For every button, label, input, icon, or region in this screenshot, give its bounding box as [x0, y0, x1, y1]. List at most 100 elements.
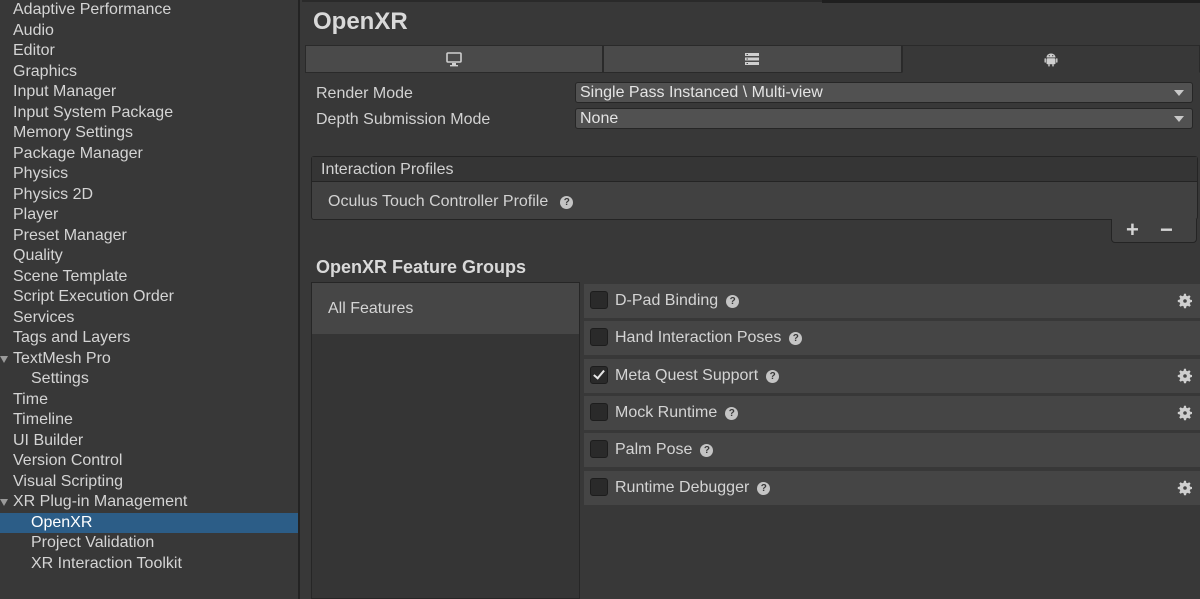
sidebar-item-label: XR Interaction Toolkit	[31, 554, 182, 572]
sidebar-item-ui-builder[interactable]: UI Builder	[0, 431, 298, 452]
sidebar-item-audio[interactable]: Audio	[0, 21, 298, 42]
interaction-profiles-header: Interaction Profiles	[312, 157, 1197, 182]
feature-label-group: Hand Interaction Poses?	[615, 329, 803, 347]
sidebar-item-label: Scene Template	[13, 267, 128, 285]
sidebar-item-script-execution-order[interactable]: Script Execution Order	[0, 287, 298, 308]
feature-label-group: Mock Runtime?	[615, 404, 739, 422]
sidebar-item-package-manager[interactable]: Package Manager	[0, 144, 298, 165]
sidebar-item-label: Graphics	[13, 62, 78, 80]
top-search-strip	[822, 0, 1200, 3]
gear-icon[interactable]	[1176, 479, 1194, 497]
server-icon	[745, 53, 760, 65]
sidebar-item-timeline[interactable]: Timeline	[0, 410, 298, 431]
feature-checkbox[interactable]	[590, 403, 608, 421]
sidebar-item-settings[interactable]: Settings	[0, 369, 298, 390]
sidebar-item-preset-manager[interactable]: Preset Manager	[0, 226, 298, 247]
tab-android[interactable]	[901, 45, 1200, 73]
feature-label: Mock Runtime	[615, 404, 718, 421]
sidebar-item-label: Version Control	[13, 452, 123, 469]
feature-groups-list: All Features	[311, 282, 580, 599]
features-list: D-Pad Binding? Hand Interaction Poses? Met…	[582, 282, 1200, 599]
tab-standalone[interactable]	[305, 45, 604, 73]
profile-label: Oculus Touch Controller Profile	[328, 193, 549, 210]
sidebar-item-input-system-package[interactable]: Input System Package	[0, 103, 298, 124]
sidebar-item-label: XR Plug-in Management	[13, 493, 188, 510]
sidebar-item-label: OpenXR	[31, 513, 93, 531]
sidebar-item-label: Timeline	[13, 411, 73, 428]
sidebar-item-player[interactable]: Player	[0, 205, 298, 226]
monitor-icon	[446, 52, 462, 67]
feature-checkbox[interactable]	[590, 291, 608, 309]
feature-groups-title: OpenXR Feature Groups	[316, 257, 527, 277]
sidebar-item-graphics[interactable]: Graphics	[0, 62, 298, 83]
sidebar-item-label: Input System Package	[13, 103, 174, 121]
sidebar-item-label: Time	[13, 390, 48, 408]
sidebar-item-label: TextMesh Pro	[13, 349, 111, 367]
gear-icon[interactable]	[1176, 367, 1194, 385]
feature-checkbox[interactable]	[590, 440, 608, 458]
sidebar-item-textmesh-pro[interactable]: TextMesh Pro	[0, 349, 298, 370]
add-profile-button[interactable]: +	[1126, 219, 1139, 241]
sidebar-item-xr-plug-in-management[interactable]: XR Plug-in Management	[0, 492, 298, 513]
help-icon[interactable]: ?	[700, 443, 714, 457]
feature-group-all-features[interactable]: All Features	[312, 283, 579, 334]
sidebar-item-time[interactable]: Time	[0, 390, 298, 411]
sidebar-item-editor[interactable]: Editor	[0, 41, 298, 62]
sidebar-item-memory-settings[interactable]: Memory Settings	[0, 123, 298, 144]
help-icon[interactable]: ?	[789, 331, 803, 345]
sidebar-item-openxr[interactable]: OpenXR	[0, 512, 298, 533]
depth-submission-dropdown[interactable]: None	[575, 108, 1193, 129]
feature-row-mock-runtime: Mock Runtime?	[584, 396, 1200, 430]
render-mode-label: Render Mode	[316, 85, 413, 102]
depth-submission-label: Depth Submission Mode	[316, 111, 491, 128]
feature-checkbox[interactable]	[590, 328, 608, 346]
page-title: OpenXR	[313, 8, 408, 35]
sidebar-item-label: Settings	[31, 370, 89, 387]
sidebar-item-label: Audio	[13, 21, 54, 39]
depth-submission-value: None	[580, 110, 619, 127]
sidebar-item-project-validation[interactable]: Project Validation	[0, 533, 298, 554]
gear-icon[interactable]	[1176, 404, 1194, 422]
sidebar-item-label: Visual Scripting	[13, 472, 123, 490]
help-icon[interactable]: ?	[757, 481, 771, 495]
sidebar-item-label: Tags and Layers	[13, 329, 131, 346]
sidebar-item-quality[interactable]: Quality	[0, 246, 298, 267]
expand-arrow-icon[interactable]	[0, 355, 8, 363]
help-icon[interactable]: ?	[725, 406, 739, 420]
sidebar-item-tags-and-layers[interactable]: Tags and Layers	[0, 328, 298, 349]
sidebar-item-physics[interactable]: Physics	[0, 164, 298, 185]
feature-label-group: Runtime Debugger?	[615, 479, 771, 497]
sidebar-item-visual-scripting[interactable]: Visual Scripting	[0, 472, 298, 493]
feature-label-group: Palm Pose?	[615, 441, 714, 459]
sidebar-item-label: Package Manager	[13, 144, 143, 162]
sidebar-item-xr-interaction-toolkit[interactable]: XR Interaction Toolkit	[0, 554, 298, 575]
sidebar-item-label: Player	[13, 206, 59, 223]
tab-dedicated-server[interactable]	[603, 45, 902, 73]
chevron-down-icon	[1174, 116, 1184, 122]
sidebar-item-version-control[interactable]: Version Control	[0, 451, 298, 472]
main-panel: OpenXR Render Mode Single Pass Instanced…	[302, 0, 1200, 599]
list-item[interactable]: Oculus Touch Controller Profile ?	[328, 193, 574, 211]
feature-checkbox[interactable]	[590, 478, 608, 496]
remove-profile-button[interactable]: −	[1160, 219, 1173, 241]
feature-label: D-Pad Binding	[615, 292, 719, 309]
render-mode-dropdown[interactable]: Single Pass Instanced \ Multi-view	[575, 82, 1193, 103]
feature-label: Runtime Debugger	[615, 479, 750, 496]
sidebar-item-label: Project Validation	[31, 534, 155, 551]
sidebar-item-adaptive-performance[interactable]: Adaptive Performance	[0, 0, 298, 21]
gear-icon[interactable]	[1176, 292, 1194, 310]
help-icon[interactable]: ?	[726, 294, 740, 308]
sidebar-item-physics-2d[interactable]: Physics 2D	[0, 185, 298, 206]
feature-checkbox[interactable]	[590, 366, 608, 384]
sidebar-item-services[interactable]: Services	[0, 308, 298, 329]
help-icon[interactable]: ?	[560, 195, 574, 209]
sidebar-item-label: Quality	[13, 247, 63, 264]
expand-arrow-icon[interactable]	[0, 499, 8, 506]
sidebar-item-label: Preset Manager	[13, 226, 127, 244]
feature-label: Hand Interaction Poses	[615, 329, 782, 346]
help-icon[interactable]: ?	[766, 369, 780, 383]
interaction-profiles-list: Interaction Profiles Oculus Touch Contro…	[311, 156, 1198, 220]
settings-sidebar: Adaptive Performance Audio Editor Graphics I…	[0, 0, 300, 599]
sidebar-item-scene-template[interactable]: Scene Template	[0, 267, 298, 288]
sidebar-item-input-manager[interactable]: Input Manager	[0, 82, 298, 103]
